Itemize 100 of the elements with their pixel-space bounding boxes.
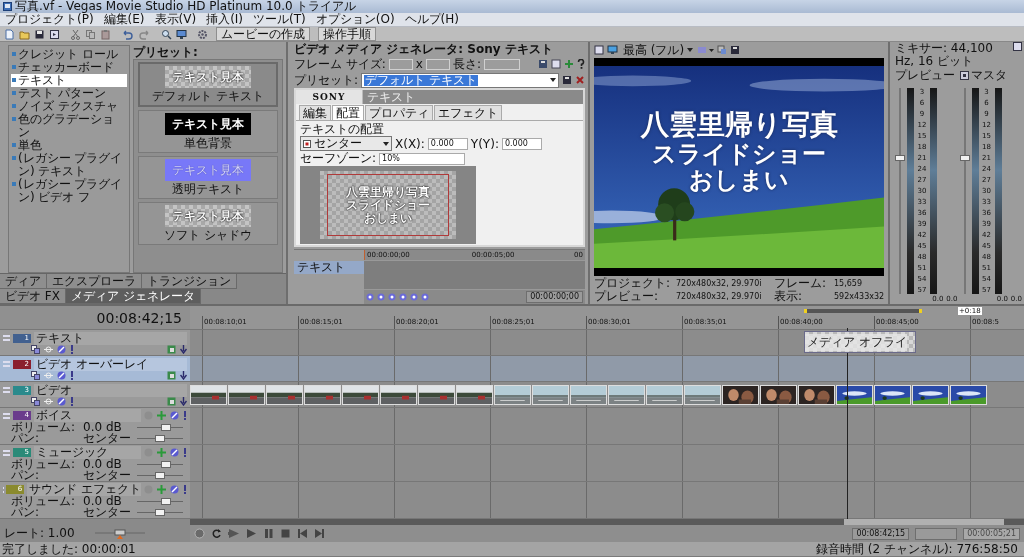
generator-item[interactable]: 単色 <box>11 139 127 152</box>
arrow-down-icon[interactable] <box>180 345 187 354</box>
pan-slider-thumb[interactable] <box>155 509 165 516</box>
dock-tab[interactable]: ディア <box>0 274 47 289</box>
generator-item[interactable]: クレジット ロール <box>11 48 127 61</box>
exclamation-icon[interactable] <box>183 411 187 420</box>
skip-forward-button[interactable] <box>314 528 325 539</box>
redo-icon[interactable] <box>138 28 151 40</box>
track-name[interactable]: サウンド エフェクト <box>27 483 141 496</box>
save-icon[interactable] <box>562 75 572 85</box>
track-handle-icon[interactable] <box>3 386 10 394</box>
track-name[interactable]: テキスト <box>34 331 187 345</box>
overlay-dropdown-icon[interactable] <box>698 45 715 55</box>
guide-button[interactable]: 操作手順 <box>318 27 376 41</box>
clipboard-icon[interactable] <box>100 28 111 40</box>
menu-item[interactable]: ヘルプ(H) <box>402 13 461 26</box>
layers-icon[interactable] <box>31 397 40 406</box>
track-name[interactable]: ビデオ オーバーレイ <box>34 357 187 371</box>
arrow-down-icon[interactable] <box>180 371 187 380</box>
generator-item[interactable]: (レガシー プラグイン) テキスト <box>11 152 127 178</box>
exclamation-icon[interactable] <box>70 397 74 406</box>
save-icon[interactable] <box>34 28 45 40</box>
preset-card[interactable]: テキスト見本 透明テキスト <box>138 156 278 199</box>
no-entry-icon[interactable] <box>170 448 179 457</box>
y-field[interactable]: 0.000 <box>501 137 542 150</box>
dock-tab[interactable]: エクスプローラ <box>47 274 142 289</box>
window-icon[interactable] <box>594 45 604 55</box>
loop-region-bar[interactable] <box>804 309 922 313</box>
monitor-icon[interactable] <box>607 45 618 55</box>
no-entry-icon[interactable] <box>57 345 66 354</box>
skip-back-button[interactable] <box>297 528 308 539</box>
copy-icon[interactable] <box>85 28 96 40</box>
menu-item[interactable]: 表示(V) <box>152 13 199 26</box>
volume-slider-thumb[interactable] <box>160 424 171 431</box>
generator-item[interactable]: テスト パターン <box>11 87 127 100</box>
selection-length-field[interactable]: 00:00:05;21 <box>963 527 1020 540</box>
no-entry-icon[interactable] <box>57 371 66 380</box>
loop-button[interactable] <box>211 528 222 539</box>
cursor-time-field[interactable]: 00:08:42;15 <box>852 527 910 540</box>
fader-handle[interactable] <box>959 155 970 162</box>
new-file-icon[interactable] <box>4 28 15 40</box>
track-handle-icon[interactable] <box>3 360 10 368</box>
scissors-icon[interactable] <box>70 28 81 40</box>
generator-item[interactable]: (レガシー プラグイン) ビデオ フ <box>11 178 127 204</box>
safe-zone-field[interactable]: 10% <box>379 152 466 165</box>
window-icon[interactable] <box>49 28 60 40</box>
exclamation-icon[interactable] <box>183 485 187 494</box>
monitor-icon[interactable] <box>176 28 187 40</box>
play-button[interactable] <box>246 528 257 539</box>
menu-item[interactable]: プロジェクト(P) <box>3 13 96 26</box>
x-field[interactable]: 0.000 <box>427 137 468 150</box>
volume-slider-thumb[interactable] <box>160 498 171 505</box>
magnifier-icon[interactable] <box>161 28 172 40</box>
generator-item[interactable]: 色のグラデーション <box>11 113 127 139</box>
no-entry-icon[interactable] <box>170 485 179 494</box>
window-icon[interactable] <box>551 59 561 69</box>
no-entry-icon[interactable] <box>57 397 66 406</box>
generator-item[interactable]: テキスト <box>11 74 127 87</box>
layers-icon[interactable] <box>31 371 40 380</box>
undo-icon[interactable] <box>121 28 134 40</box>
track-handle-icon[interactable] <box>3 448 10 457</box>
generator-item[interactable]: ノイズ テクスチャ <box>11 100 127 113</box>
settings-icon[interactable] <box>197 28 208 40</box>
preset-card[interactable]: テキスト見本 単色背景 <box>138 110 278 153</box>
menu-item[interactable]: オプション(O) <box>313 13 397 26</box>
quality-dropdown[interactable]: 最高 (フル) <box>621 42 696 59</box>
exclamation-icon[interactable] <box>70 345 74 354</box>
pause-button[interactable] <box>263 528 274 539</box>
dock-tab[interactable]: ビデオ FX <box>0 289 66 304</box>
play-from-start-button[interactable] <box>228 528 240 539</box>
track-name[interactable]: ミュージック <box>34 446 141 459</box>
menu-item[interactable]: 挿入(I) <box>204 13 246 26</box>
fader-handle[interactable] <box>895 155 905 162</box>
help-icon[interactable] <box>577 59 585 69</box>
playhead-line[interactable] <box>847 328 848 520</box>
track-handle-icon[interactable] <box>3 334 10 342</box>
pan-slider-thumb[interactable] <box>155 472 165 479</box>
save-icon[interactable] <box>730 45 741 55</box>
track-name[interactable]: ボイス <box>34 409 141 422</box>
window-icon[interactable] <box>1013 42 1022 51</box>
stop-button[interactable] <box>280 528 291 539</box>
tab[interactable]: 配置 <box>332 105 364 120</box>
dock-tab[interactable]: メディア ジェネレータ <box>65 289 201 304</box>
dock-tab[interactable]: トランジション <box>142 274 237 289</box>
generator-item[interactable]: チェッカーボード <box>11 61 127 74</box>
arrow-down-icon[interactable] <box>180 397 187 406</box>
pan-slider-thumb[interactable] <box>155 435 165 442</box>
no-entry-icon[interactable] <box>170 411 179 420</box>
horizontal-scrollbar[interactable] <box>190 519 1024 525</box>
menu-item[interactable]: 編集(E) <box>101 13 147 26</box>
placement-dropdown[interactable]: センター <box>300 136 392 151</box>
preset-dropdown[interactable]: デフォルト テキスト <box>361 72 559 88</box>
tab[interactable]: 編集 <box>299 105 331 120</box>
rate-slider-icon[interactable] <box>94 528 145 539</box>
exclamation-icon[interactable] <box>183 448 187 457</box>
volume-slider-thumb[interactable] <box>160 461 171 468</box>
square-icon[interactable] <box>959 70 969 80</box>
track-handle-icon[interactable] <box>3 411 10 420</box>
save-icon[interactable] <box>538 59 548 69</box>
exclamation-icon[interactable] <box>70 371 74 380</box>
